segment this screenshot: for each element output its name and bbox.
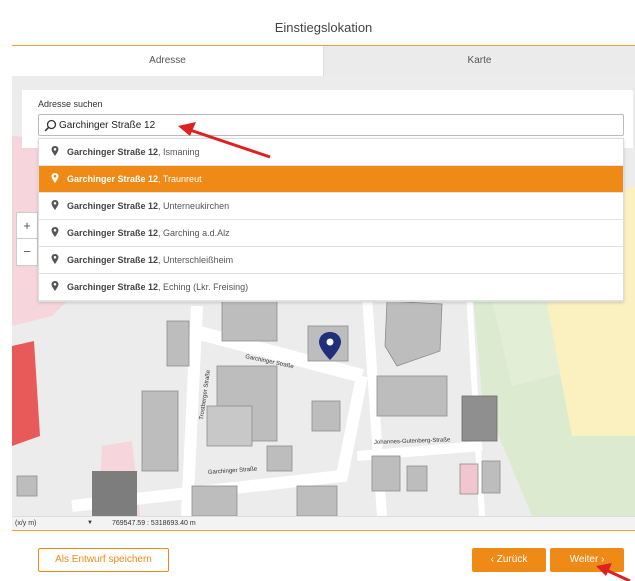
zoom-in-button[interactable]: + <box>17 213 37 239</box>
suggestion-place: , Unterneukirchen <box>158 201 230 211</box>
suggestion-street: Garchinger Straße 12 <box>67 282 159 292</box>
suggestion-street: Garchinger Straße 12 <box>67 201 159 211</box>
dialog-title: Einstiegslokation <box>12 10 635 46</box>
suggestion-item[interactable]: Garchinger Straße 12, Unterschleißheim <box>39 247 623 274</box>
search-icon <box>44 119 57 132</box>
suggestion-street: Garchinger Straße 12 <box>67 255 159 265</box>
suggestion-place: , Eching (Lkr. Freising) <box>158 282 249 292</box>
suggestion-item[interactable]: Garchinger Straße 12, Ismaning <box>39 139 623 166</box>
suggestion-place: , Garching a.d.Alz <box>158 228 230 238</box>
search-label: Adresse suchen <box>38 99 103 109</box>
suggestion-place: , Ismaning <box>158 147 200 157</box>
map-pin-icon <box>51 146 59 156</box>
save-draft-button[interactable]: Als Entwurf speichern <box>38 548 169 572</box>
suggestion-place: , Traunreut <box>158 174 202 184</box>
suggestion-place: , Unterschleißheim <box>158 255 234 265</box>
coordinate-readout: 769547.59 : 5318693.40 m <box>112 520 196 527</box>
suggestion-list: Garchinger Straße 12, Ismaning Garchinge… <box>38 138 624 302</box>
location-dialog: Einstiegslokation Adresse Karte Garching… <box>0 0 635 581</box>
suggestion-street: Garchinger Straße 12 <box>67 174 159 184</box>
map-pin-icon <box>51 254 59 264</box>
map-pin-icon <box>51 200 59 210</box>
map-pin-icon <box>51 227 59 237</box>
coordinate-bar: (x/y m) ▼ 769547.59 : 5318693.40 m <box>12 516 635 530</box>
chevron-down-icon: ▼ <box>87 520 93 526</box>
suggestion-street: Garchinger Straße 12 <box>67 228 159 238</box>
zoom-control: + − <box>16 212 38 266</box>
tab-adresse[interactable]: Adresse <box>12 46 324 76</box>
suggestion-item[interactable]: Garchinger Straße 12, Eching (Lkr. Freis… <box>39 274 623 301</box>
crs-label: (x/y m) <box>15 520 37 527</box>
suggestion-street: Garchinger Straße 12 <box>67 147 159 157</box>
back-button[interactable]: ‹ Zurück <box>472 548 546 572</box>
map-pin-icon <box>51 173 59 183</box>
map-pin-icon <box>51 281 59 291</box>
search-input[interactable] <box>59 116 599 134</box>
tab-bar: Adresse Karte <box>12 46 635 76</box>
zoom-out-button[interactable]: − <box>17 239 37 265</box>
tab-karte[interactable]: Karte <box>324 46 635 76</box>
search-box[interactable] <box>38 114 624 136</box>
suggestion-item[interactable]: Garchinger Straße 12, Garching a.d.Alz <box>39 220 623 247</box>
dialog-footer: Als Entwurf speichern ‹ Zurück Weiter › <box>12 530 635 581</box>
crs-select[interactable]: (x/y m) ▼ <box>15 518 95 529</box>
suggestion-item[interactable]: Garchinger Straße 12, Unterneukirchen <box>39 193 623 220</box>
next-button[interactable]: Weiter › <box>550 548 624 572</box>
suggestion-item-selected[interactable]: Garchinger Straße 12, Traunreut <box>39 166 623 193</box>
